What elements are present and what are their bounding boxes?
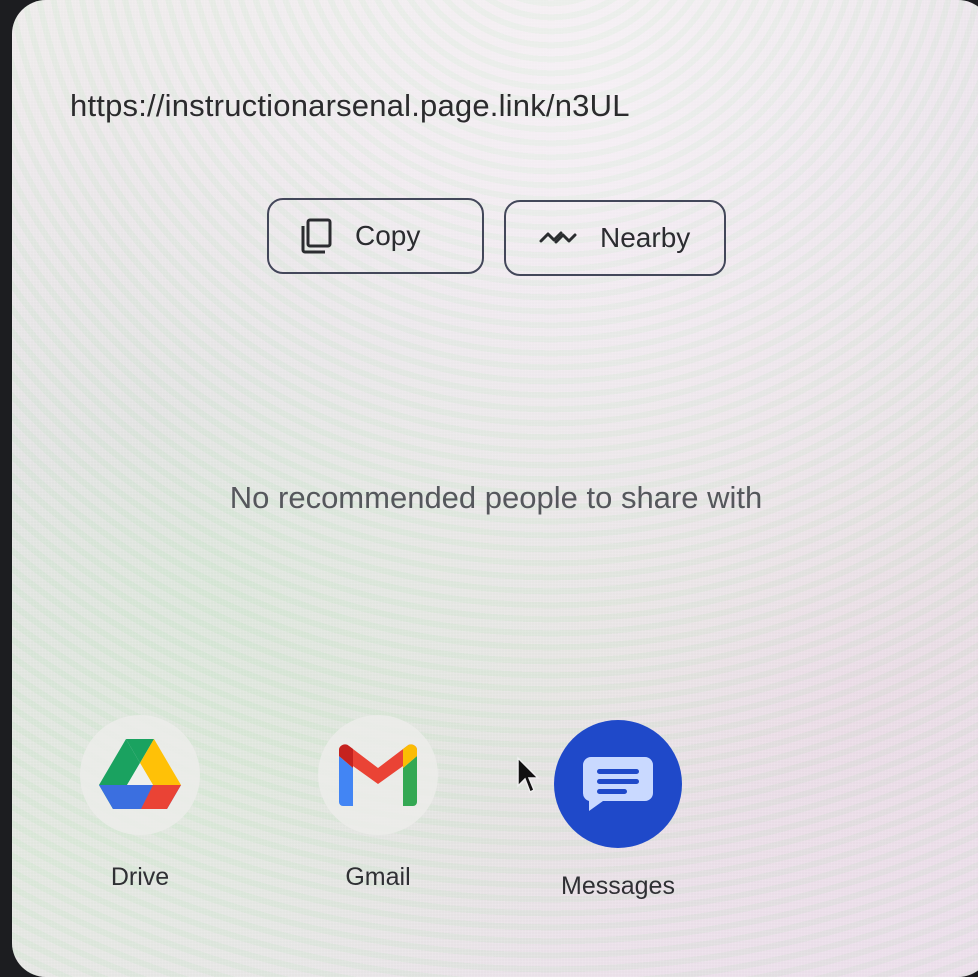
- app-label-gmail: Gmail: [345, 863, 411, 891]
- nearby-button-label: Nearby: [600, 222, 691, 253]
- app-target-gmail[interactable]: Gmail: [288, 715, 468, 892]
- no-recommended-people-message: No recommended people to share with: [229, 480, 763, 515]
- nearby-share-icon: [538, 228, 578, 248]
- copy-button[interactable]: Copy: [267, 198, 484, 274]
- app-target-messages[interactable]: Messages: [528, 720, 708, 901]
- shared-url-text: https://instructionarsenal.page.link/n3U…: [70, 88, 630, 123]
- nearby-share-button[interactable]: Nearby: [504, 200, 726, 276]
- app-target-drive[interactable]: Drive: [50, 715, 230, 892]
- copy-button-label: Copy: [355, 220, 421, 251]
- messages-icon: [554, 720, 682, 848]
- google-drive-icon: [80, 715, 200, 835]
- mouse-pointer-icon: [516, 756, 540, 801]
- app-label-drive: Drive: [110, 863, 170, 891]
- app-label-messages: Messages: [561, 872, 675, 900]
- gmail-icon: [318, 715, 438, 835]
- share-sheet: https://instructionarsenal.page.link/n3U…: [12, 0, 978, 977]
- copy-icon: [299, 218, 333, 254]
